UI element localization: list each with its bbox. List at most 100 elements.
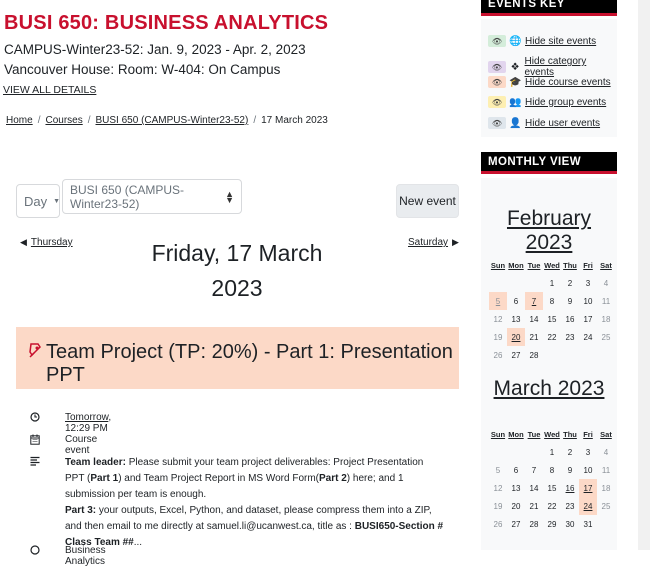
calendar-day[interactable]: 22 <box>543 328 561 346</box>
course-filter-select[interactable]: BUSI 650 (CAMPUS-Winter23-52) ▲ ▼ <box>62 179 242 214</box>
calendar-day[interactable]: 29 <box>543 515 561 533</box>
calendar-day[interactable]: 26 <box>489 346 507 364</box>
calendar-day[interactable]: 27 <box>507 515 525 533</box>
calendar-day[interactable]: 14 <box>525 310 543 328</box>
eye-icon: 👁 <box>488 61 506 73</box>
calendar-day[interactable]: 14 <box>525 479 543 497</box>
view-all-details-link[interactable]: VIEW ALL DETAILS <box>3 84 96 96</box>
calendar-day[interactable]: 25 <box>597 328 615 346</box>
event-type-text: Course event <box>65 434 98 456</box>
calendar-day[interactable]: 18 <box>597 310 615 328</box>
calendar-day[interactable]: 21 <box>525 328 543 346</box>
calendar-day[interactable]: 31 <box>579 515 597 533</box>
calendar-day[interactable]: 22 <box>543 497 561 515</box>
calendar-day[interactable]: 23 <box>561 328 579 346</box>
view-type-select[interactable]: Day ▼ <box>16 184 60 218</box>
previous-day-link[interactable]: ◀ Thursday <box>20 237 73 248</box>
calendar-day[interactable]: 6 <box>507 292 525 310</box>
breadcrumb-course[interactable]: BUSI 650 (CAMPUS-Winter23-52) <box>96 115 249 126</box>
breadcrumb-courses[interactable]: Courses <box>45 115 82 126</box>
calendar-day[interactable]: 18 <box>597 479 615 497</box>
align-left-icon <box>30 456 40 469</box>
calendar-day[interactable]: 2 <box>561 443 579 461</box>
course-filter-value: BUSI 650 (CAMPUS-Winter23-52) <box>70 182 185 211</box>
previous-day-label: Thursday <box>30 237 73 248</box>
calendar-day[interactable]: 21 <box>525 497 543 515</box>
calendar-day[interactable]: 5 <box>489 461 507 479</box>
calendar-day[interactable]: 28 <box>525 515 543 533</box>
hide-site-events[interactable]: 👁 🌐 Hide site events <box>488 35 596 47</box>
hide-category-events[interactable]: 👁 ❖ Hide category events <box>488 56 617 78</box>
calendar-day[interactable]: 1 <box>543 443 561 461</box>
calendar-empty-cell <box>489 443 507 461</box>
breadcrumb-current: 17 March 2023 <box>261 115 328 126</box>
page-scrollbar[interactable] <box>638 0 650 550</box>
calendar-day[interactable]: 9 <box>561 292 579 310</box>
monthly-view-header: MONTHLY VIEW <box>481 152 617 174</box>
calendar-day[interactable]: 16 <box>561 479 579 497</box>
calendar-day[interactable]: 17 <box>579 479 597 497</box>
event-card[interactable]: Team Project (TP: 20%) - Part 1: Present… <box>16 327 459 389</box>
monthly-view-panel: February 2023 Sun Mon Tue Wed Thu Fri Sat 1 2 3 4 5… <box>481 178 617 550</box>
calendar-day[interactable]: 1 <box>543 274 561 292</box>
calendar-day[interactable]: 19 <box>489 497 507 515</box>
user-icon: 👤 <box>509 117 522 129</box>
arrow-right-icon: ▶ <box>452 237 459 247</box>
calendar-day[interactable]: 15 <box>543 479 561 497</box>
calendar-day[interactable]: 20 <box>507 497 525 515</box>
calendar-day[interactable]: 7 <box>525 292 543 310</box>
march-calendar: Sun Mon Tue Wed Thu Fri Sat 1 2 3 4 5 6 7 8 9 10 11 12 13 14… <box>489 425 615 533</box>
new-event-button[interactable]: New event <box>396 184 459 218</box>
event-time-link[interactable]: Tomorrow <box>65 412 108 423</box>
weekday-header: Wed <box>544 260 560 270</box>
calendar-day[interactable]: 23 <box>561 497 579 515</box>
calendar-day[interactable]: 6 <box>507 461 525 479</box>
course-location-line: Vancouver House: Room: W-404: On Campus <box>4 62 281 77</box>
calendar-day[interactable]: 13 <box>507 479 525 497</box>
calendar-day[interactable]: 24 <box>579 328 597 346</box>
calendar-day[interactable]: 2 <box>561 274 579 292</box>
calendar-day[interactable]: 26 <box>489 515 507 533</box>
calendar-day[interactable]: 11 <box>597 292 615 310</box>
calendar-day[interactable]: 4 <box>597 274 615 292</box>
calendar-day[interactable]: 12 <box>489 310 507 328</box>
calendar-day[interactable]: 3 <box>579 443 597 461</box>
next-day-link[interactable]: Saturday ▶ <box>408 237 459 248</box>
calendar-day[interactable]: 5 <box>489 292 507 310</box>
calendar-day[interactable]: 27 <box>507 346 525 364</box>
events-key-panel: 👁 🌐 Hide site events 👁 ❖ Hide category e… <box>481 19 617 137</box>
calendar-day[interactable]: 25 <box>597 497 615 515</box>
hide-user-events[interactable]: 👁 👤 Hide user events <box>488 117 600 129</box>
calendar-day[interactable]: 16 <box>561 310 579 328</box>
march-title-link[interactable]: March 2023 <box>481 377 617 401</box>
february-title-link[interactable]: February 2023 <box>481 207 617 255</box>
calendar-day[interactable]: 10 <box>579 292 597 310</box>
calendar-day[interactable]: 17 <box>579 310 597 328</box>
calendar-day[interactable]: 11 <box>597 461 615 479</box>
calendar-day[interactable]: 4 <box>597 443 615 461</box>
hide-group-events-label: Hide group events <box>525 96 607 108</box>
breadcrumb-home[interactable]: Home <box>6 115 33 126</box>
calendar-day[interactable]: 28 <box>525 346 543 364</box>
course-icon <box>30 545 40 558</box>
calendar-day[interactable]: 9 <box>561 461 579 479</box>
breadcrumb-separator: / <box>253 115 257 126</box>
calendar-day[interactable]: 30 <box>561 515 579 533</box>
hide-group-events[interactable]: 👁 👥 Hide group events <box>488 96 606 108</box>
calendar-day[interactable]: 20 <box>507 328 525 346</box>
calendar-day[interactable]: 3 <box>579 274 597 292</box>
day-heading: Friday, 17 March 2023 <box>140 236 334 306</box>
calendar-day[interactable]: 19 <box>489 328 507 346</box>
desc-mid: ) and Team Project Report in MS Word For… <box>118 473 319 484</box>
calendar-day[interactable]: 15 <box>543 310 561 328</box>
hide-course-events[interactable]: 👁 🎓 Hide course events <box>488 76 611 88</box>
calendar-day[interactable]: 8 <box>543 292 561 310</box>
calendar-day[interactable]: 7 <box>525 461 543 479</box>
arrow-left-icon: ◀ <box>20 237 27 247</box>
calendar-day[interactable]: 12 <box>489 479 507 497</box>
calendar-day[interactable]: 24 <box>579 497 597 515</box>
calendar-day[interactable]: 10 <box>579 461 597 479</box>
weekday-header: Mon <box>508 260 524 270</box>
calendar-day[interactable]: 13 <box>507 310 525 328</box>
calendar-day[interactable]: 8 <box>543 461 561 479</box>
